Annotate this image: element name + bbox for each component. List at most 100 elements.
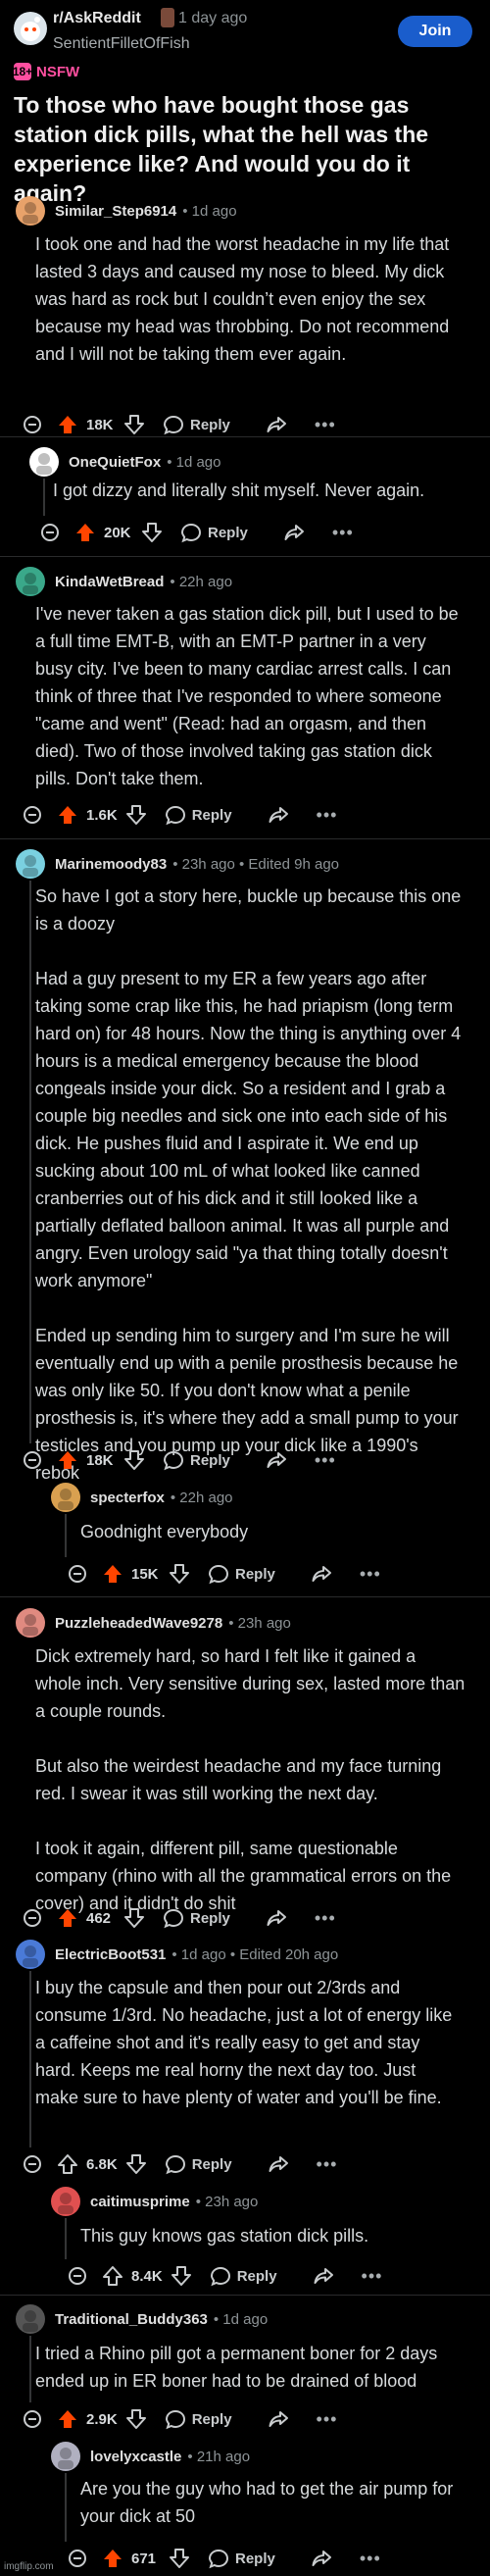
avatar[interactable] [51,2442,80,2471]
thread-line[interactable] [29,881,31,1443]
reply-button[interactable]: Reply [208,2548,311,2569]
avatar[interactable] [16,1608,45,1638]
reply-button[interactable]: Reply [165,2153,268,2175]
comment-paragraph: I tried a Rhino pill got a permanent bon… [35,2344,438,2391]
share-icon[interactable] [283,522,305,543]
thread-line[interactable] [65,1514,67,1557]
reply-button[interactable]: Reply [180,522,283,543]
upvote-icon[interactable] [57,414,78,435]
poster-username[interactable]: SentientFilletOfFish [53,35,190,53]
avatar[interactable] [51,2187,80,2216]
more-options-icon[interactable]: ••• [332,523,354,543]
collapse-icon[interactable] [69,1565,86,1583]
downvote-icon[interactable] [171,2265,192,2287]
comment-username[interactable]: Similar_Step6914 [55,203,176,220]
collapse-icon[interactable] [24,1451,41,1469]
reply-button[interactable]: Reply [210,2265,313,2287]
share-icon[interactable] [266,414,287,435]
collapse-icon[interactable] [24,2410,41,2428]
avatar[interactable] [51,1483,80,1512]
comment-username[interactable]: Traditional_Buddy363 [55,2311,208,2328]
downvote-icon[interactable] [169,2548,190,2569]
comment-username[interactable]: KindaWetBread [55,574,164,590]
collapse-icon[interactable] [69,2267,86,2285]
join-button[interactable]: Join [398,16,472,47]
share-icon[interactable] [266,1449,287,1471]
reply-button[interactable]: Reply [163,414,266,435]
share-icon[interactable] [311,2548,332,2569]
comment-username[interactable]: PuzzleheadedWave9278 [55,1615,222,1632]
downvote-icon[interactable] [123,1907,145,1929]
upvote-icon[interactable] [102,2548,123,2569]
avatar[interactable] [16,196,45,226]
more-options-icon[interactable]: ••• [317,2154,338,2175]
downvote-icon[interactable] [169,1563,190,1585]
more-options-icon[interactable]: ••• [315,415,336,435]
post-time: 1 day ago [178,10,248,26]
thread-line[interactable] [29,2336,31,2402]
reply-button[interactable]: Reply [165,804,268,826]
avatar[interactable] [29,447,59,477]
share-icon[interactable] [266,1907,287,1929]
comment-username[interactable]: ElectricBoot531 [55,1946,166,1963]
share-icon[interactable] [268,2153,289,2175]
comment-username[interactable]: specterfox [90,1490,165,1506]
downvote-icon[interactable] [125,2153,147,2175]
comment-meta: • 22h ago [170,1489,233,1506]
downvote-icon[interactable] [125,804,147,826]
subreddit-name[interactable]: r/AskReddit [53,10,141,27]
more-options-icon[interactable]: ••• [317,805,338,826]
reply-button[interactable]: Reply [163,1907,266,1929]
comment-username[interactable]: caitimusprime [90,2194,190,2210]
more-options-icon[interactable]: ••• [315,1450,336,1471]
collapse-icon[interactable] [24,2155,41,2173]
comment-actions: 2.9K Reply ••• [24,2404,337,2434]
reply-button[interactable]: Reply [165,2408,268,2430]
subreddit-avatar[interactable] [14,12,47,45]
avatar[interactable] [16,849,45,879]
more-options-icon[interactable]: ••• [317,2409,338,2430]
collapse-icon[interactable] [41,524,59,541]
downvote-icon[interactable] [141,522,163,543]
upvote-icon[interactable] [102,2265,123,2287]
downvote-icon[interactable] [123,1449,145,1471]
reply-button[interactable]: Reply [163,1449,266,1471]
upvote-icon[interactable] [57,1907,78,1929]
more-options-icon[interactable]: ••• [360,1564,381,1585]
thread-line[interactable] [65,2218,67,2259]
avatar[interactable] [16,1940,45,1969]
upvote-icon[interactable] [74,522,96,543]
avatar[interactable] [16,2304,45,2334]
collapse-icon[interactable] [24,416,41,433]
downvote-icon[interactable] [125,2408,147,2430]
avatar[interactable] [16,567,45,596]
upvote-icon[interactable] [102,1563,123,1585]
upvote-icon[interactable] [57,804,78,826]
upvote-icon[interactable] [57,2153,78,2175]
vote-score: 6.8K [86,2155,118,2173]
upvote-icon[interactable] [57,2408,78,2430]
share-icon[interactable] [268,2408,289,2430]
more-options-icon[interactable]: ••• [362,2266,383,2287]
comment-username[interactable]: Marinemoody83 [55,856,167,873]
collapse-icon[interactable] [24,1909,41,1927]
vote-score: 20K [104,524,131,541]
comment-body: I've never taken a gas station dick pill… [35,600,463,792]
comment-username[interactable]: lovelyxcastle [90,2449,181,2465]
share-icon[interactable] [313,2265,334,2287]
collapse-icon[interactable] [69,2550,86,2567]
vote-score: 18K [86,1451,114,1469]
more-options-icon[interactable]: ••• [360,2549,381,2569]
thread-line[interactable] [65,2473,67,2542]
thread-line[interactable] [43,479,45,516]
comment-username[interactable]: OneQuietFox [69,454,161,471]
more-options-icon[interactable]: ••• [315,1908,336,1929]
reply-button[interactable]: Reply [208,1563,311,1585]
upvote-icon[interactable] [57,1449,78,1471]
reply-icon [165,2153,186,2175]
share-icon[interactable] [268,804,289,826]
share-icon[interactable] [311,1563,332,1585]
collapse-icon[interactable] [24,806,41,824]
thread-line[interactable] [29,1971,31,2147]
downvote-icon[interactable] [123,414,145,435]
